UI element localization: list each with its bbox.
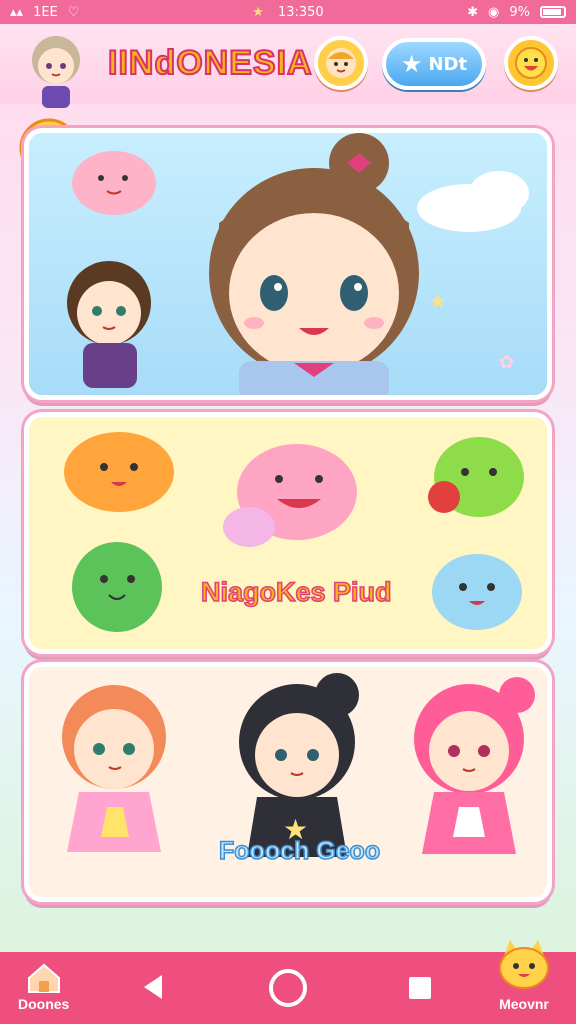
badge-label: NDt — [428, 53, 468, 75]
featured-scene-illustration: ★ ✿ — [67, 133, 529, 395]
star-icon: ★ — [400, 50, 423, 78]
back-triangle-icon — [144, 975, 162, 999]
system-home-button[interactable] — [266, 966, 310, 1010]
app-title: IINdONESIA — [107, 43, 313, 83]
face-icon — [326, 48, 356, 78]
creatures-caption: NiagoKes Piud — [200, 576, 392, 608]
home-button[interactable]: Doones — [18, 962, 69, 1012]
characters-caption: Foooch Geoo — [218, 836, 381, 866]
mascot-label: Meovnr — [499, 996, 549, 1012]
home-icon — [27, 963, 60, 993]
svg-text:✿: ✿ — [499, 352, 514, 373]
featured-character-panel[interactable]: ★ ✿ — [24, 128, 552, 400]
star-badge-button[interactable]: ★ NDt — [382, 38, 486, 90]
cat-mascot-icon — [499, 940, 549, 989]
profile-avatar[interactable] — [20, 30, 92, 110]
battery-icon — [540, 6, 566, 18]
back-button[interactable] — [140, 972, 166, 1002]
recent-apps-button[interactable] — [406, 974, 434, 1002]
smiley-icon — [515, 47, 547, 79]
creatures-panel[interactable]: NiagoKes Piud — [24, 412, 552, 654]
notification-icon: ▴▴ — [10, 4, 24, 20]
mascot-menu-button[interactable]: Meovnr — [494, 938, 554, 1012]
home-label: Doones — [18, 996, 70, 1012]
status-left-text: 1EE — [33, 4, 58, 20]
friend-avatar-button[interactable] — [314, 36, 368, 90]
status-time: 13:350 — [277, 4, 324, 20]
location-icon: ◉ — [488, 4, 500, 20]
characters-panel[interactable]: ★ Foooch Geoo — [24, 662, 552, 902]
smile-button[interactable] — [504, 36, 558, 90]
heart-icon: ♡ — [67, 4, 80, 20]
square-icon — [409, 977, 431, 999]
status-bar: ▴▴ 1EE ♡ ★ 13:350 ✱ ◉ 9% — [0, 0, 576, 24]
svg-text:★: ★ — [429, 289, 447, 313]
battery-percent: 9% — [509, 4, 530, 20]
circle-icon — [269, 969, 307, 1007]
star-icon: ★ — [252, 4, 264, 20]
creatures-illustration — [64, 432, 524, 632]
bluetooth-icon: ✱ — [467, 4, 479, 20]
